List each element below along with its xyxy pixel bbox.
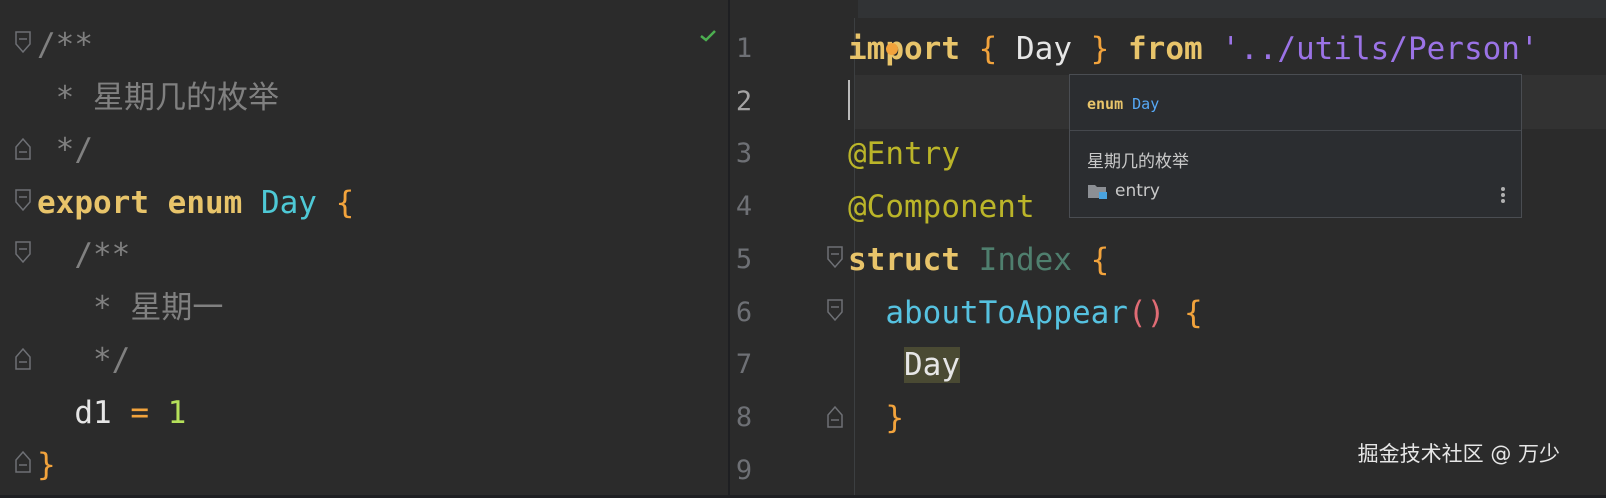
intention-bulb-icon[interactable] bbox=[886, 43, 898, 55]
left-editor-tabbar bbox=[0, 0, 728, 18]
popup-module[interactable]: entry bbox=[1087, 181, 1160, 201]
module-folder-icon bbox=[1088, 185, 1107, 199]
code-token: Day bbox=[260, 184, 317, 221]
code-token: 1 bbox=[167, 394, 187, 431]
code-token: { bbox=[978, 31, 998, 67]
code-line[interactable]: * 星期几的枚举 bbox=[37, 71, 279, 125]
code-token: aboutToAppear bbox=[885, 294, 1128, 331]
left-editor-pane[interactable]: /** * 星期几的枚举 */ export enum Day { /** * 星… bbox=[0, 0, 728, 495]
code-line[interactable]: import { Day } from '../utils/Person' bbox=[848, 22, 1539, 76]
code-token: struct bbox=[848, 241, 960, 278]
code-token: * 星期几的枚举 bbox=[37, 79, 279, 116]
code-token: } bbox=[885, 399, 904, 436]
code-token: /** bbox=[37, 27, 93, 63]
code-line[interactable]: } bbox=[848, 391, 904, 445]
code-token: @Component bbox=[848, 189, 1035, 226]
code-line[interactable]: aboutToAppear() { bbox=[848, 286, 1203, 340]
code-line[interactable]: /** bbox=[37, 18, 93, 72]
code-token: /** bbox=[37, 237, 131, 273]
popup-module-label: entry bbox=[1115, 181, 1160, 201]
check-icon bbox=[700, 30, 716, 42]
code-line[interactable]: export enum Day { bbox=[37, 176, 354, 230]
fold-start-icon[interactable] bbox=[826, 298, 844, 326]
code-line[interactable]: */ bbox=[37, 123, 93, 177]
fold-end-icon[interactable] bbox=[14, 135, 32, 163]
code-token: import bbox=[848, 31, 960, 67]
code-token: } bbox=[37, 447, 56, 483]
code-token: @Entry bbox=[848, 136, 960, 173]
code-token: { bbox=[1090, 241, 1110, 278]
fold-start-icon[interactable] bbox=[14, 188, 32, 216]
code-token: { bbox=[335, 184, 355, 221]
code-line[interactable]: @Component bbox=[848, 180, 1035, 234]
code-line[interactable]: } bbox=[37, 438, 56, 492]
fold-start-icon[interactable] bbox=[14, 240, 32, 268]
code-token: * 星期一 bbox=[37, 289, 224, 326]
code-token: Index bbox=[978, 241, 1072, 278]
code-line[interactable]: struct Index { bbox=[848, 233, 1109, 287]
popup-sig-type: Day bbox=[1132, 95, 1160, 113]
fold-start-icon[interactable] bbox=[826, 245, 844, 273]
popup-description: 星期几的枚举 bbox=[1087, 152, 1189, 172]
quick-documentation-popup[interactable]: enum Day 星期几的枚举 entry bbox=[1069, 74, 1522, 218]
text-caret bbox=[848, 80, 850, 120]
code-token: from bbox=[1128, 31, 1203, 67]
fold-end-icon[interactable] bbox=[14, 345, 32, 373]
fold-end-icon[interactable] bbox=[14, 448, 32, 476]
popup-signature: enum Day bbox=[1087, 95, 1159, 113]
code-token: Day bbox=[997, 31, 1091, 67]
watermark: 掘金技术社区 @ 万少 bbox=[1357, 442, 1560, 466]
popup-sig-keyword: enum bbox=[1087, 95, 1124, 113]
code-line[interactable]: * 星期一 bbox=[37, 281, 223, 335]
code-token: */ bbox=[37, 342, 131, 378]
code-token: '../utils/Person' bbox=[1221, 31, 1539, 67]
more-options-icon[interactable] bbox=[1501, 185, 1507, 205]
code-token: () bbox=[1127, 294, 1166, 331]
code-line[interactable]: Day bbox=[848, 338, 960, 392]
code-line[interactable]: /** bbox=[37, 228, 130, 282]
fold-end-icon[interactable] bbox=[826, 403, 844, 431]
code-token: { bbox=[1183, 294, 1203, 331]
code-line[interactable]: d1 = 1 bbox=[37, 386, 186, 440]
fold-start-icon[interactable] bbox=[14, 30, 32, 58]
code-token: } bbox=[1090, 31, 1110, 67]
code-token: */ bbox=[37, 132, 93, 168]
code-line[interactable]: */ bbox=[37, 333, 130, 387]
popup-divider bbox=[1070, 130, 1521, 131]
code-token: export bbox=[37, 184, 149, 221]
code-line[interactable]: @Entry bbox=[848, 127, 960, 181]
code-token: Day bbox=[904, 347, 960, 384]
code-token: enum bbox=[167, 184, 243, 221]
code-token: = bbox=[130, 394, 149, 431]
code-token: d1 bbox=[37, 394, 131, 431]
